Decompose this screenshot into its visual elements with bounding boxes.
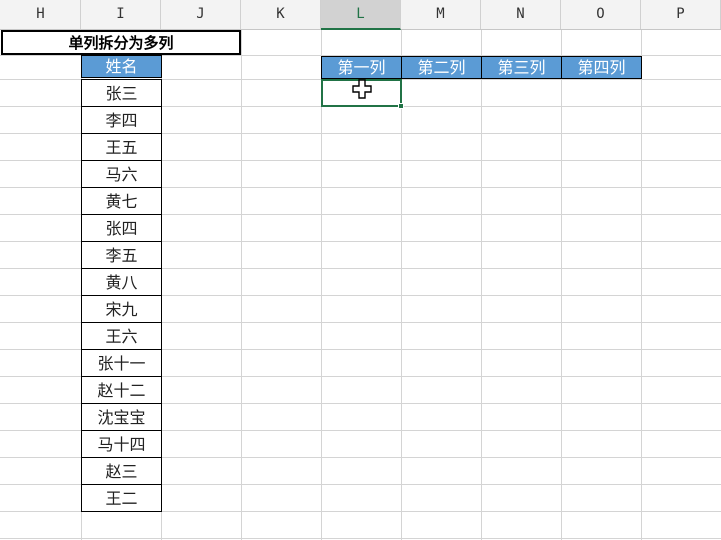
name-cell[interactable]: 张四 [81,214,162,242]
name-cell[interactable]: 张十一 [81,349,162,377]
column-header-p[interactable]: P [641,0,721,29]
name-cell[interactable]: 李四 [81,106,162,134]
column-header-h[interactable]: H [1,0,81,29]
column-header-o[interactable]: O [561,0,641,29]
name-cell[interactable]: 赵十二 [81,376,162,404]
column-header-n[interactable]: N [481,0,561,29]
name-cell[interactable]: 马六 [81,160,162,188]
name-cell[interactable]: 赵三 [81,457,162,485]
column-header-m[interactable]: M [401,0,481,29]
column-header-k[interactable]: K [241,0,321,29]
name-cell[interactable]: 马十四 [81,430,162,458]
name-cell[interactable]: 宋九 [81,295,162,323]
split-header-cell-2[interactable]: 第二列 [401,56,482,79]
split-header-cell-3[interactable]: 第三列 [481,56,562,79]
name-cell[interactable]: 黄七 [81,187,162,215]
name-header-cell[interactable]: 姓名 [81,55,162,78]
name-cell[interactable]: 王五 [81,133,162,161]
spreadsheet-grid[interactable]: HIJKLMNOP 单列拆分为多列 姓名 张三 李四 王五 马六 黄七 张四 李五 黄八 宋九王… [0,0,721,540]
name-cell[interactable]: 黄八 [81,268,162,296]
gridline-horizontal [0,538,721,539]
title-cell[interactable]: 单列拆分为多列 [1,30,241,55]
column-header-i[interactable]: I [81,0,161,29]
name-cell[interactable]: 王六 [81,322,162,350]
column-header-j[interactable]: J [161,0,241,29]
name-cell[interactable]: 李五 [81,241,162,269]
name-cell[interactable]: 张三 [81,79,162,107]
name-cell[interactable]: 沈宝宝 [81,403,162,431]
split-header-cell-1[interactable]: 第一列 [321,56,402,79]
excel-select-cross-icon [352,79,372,99]
name-cell[interactable]: 王二 [81,484,162,512]
split-header-cell-4[interactable]: 第四列 [561,56,642,79]
column-header-l[interactable]: L [321,0,401,30]
fill-handle[interactable] [398,103,404,109]
